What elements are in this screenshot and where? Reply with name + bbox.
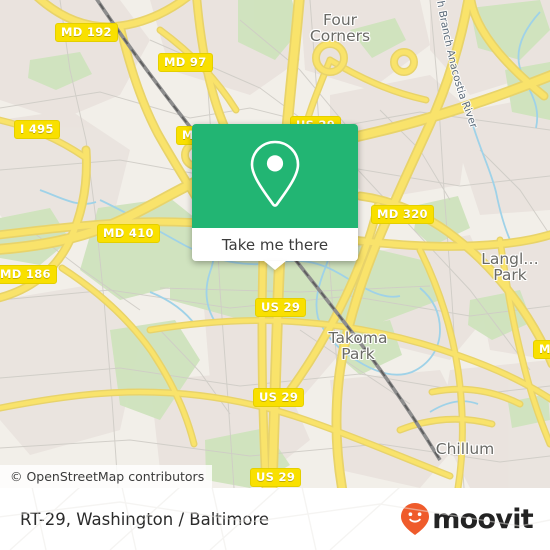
- popup-header: [192, 124, 358, 228]
- moovit-wordmark: moovit: [432, 503, 533, 535]
- shield-us-29-upper: US 29: [255, 298, 307, 317]
- shield-md-partial-right: MD: [533, 340, 550, 359]
- shield-md-186: MD 186: [0, 265, 57, 284]
- popup-action-bar[interactable]: Take me there: [192, 228, 358, 270]
- shield-md-320: MD 320: [371, 205, 434, 224]
- shield-us-29-lower: US 29: [250, 468, 302, 487]
- footer-bar: RT-29, Washington / Baltimore moovit: [0, 488, 550, 550]
- popup-pointer-tail: [264, 261, 286, 270]
- take-me-there-popup[interactable]: Take me there: [192, 124, 358, 270]
- osm-attribution[interactable]: © OpenStreetMap contributors: [0, 465, 213, 488]
- shield-us-29-middle: US 29: [253, 388, 305, 407]
- moovit-logo[interactable]: moovit: [400, 502, 534, 536]
- shield-md-97: MD 97: [158, 53, 213, 72]
- shield-i-495: I 495: [14, 120, 60, 139]
- shield-md-192: MD 192: [55, 23, 118, 42]
- location-title: RT-29, Washington / Baltimore: [20, 509, 270, 529]
- map-pin-icon: [247, 138, 303, 215]
- shield-md-410: MD 410: [97, 224, 160, 243]
- take-me-there-label: Take me there: [221, 235, 329, 254]
- moovit-smiley-pin-icon: [400, 502, 430, 536]
- map-screenshot-page: h Branch Anacostia River Four Corners Ta…: [0, 0, 550, 550]
